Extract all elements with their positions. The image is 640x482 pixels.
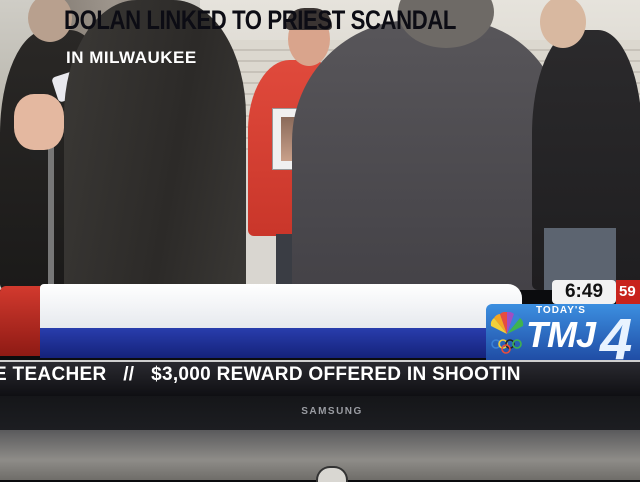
temperature-display: 59 — [616, 280, 640, 304]
speaker-overcoat — [64, 0, 246, 290]
headline-bar — [40, 284, 522, 328]
time-display: 6:49 — [552, 280, 616, 304]
speaker-hand — [14, 94, 64, 150]
news-scene — [0, 0, 640, 290]
man-grey-coat-back — [292, 20, 562, 290]
tv-brand-label: SAMSUNG — [301, 406, 363, 417]
station-name: TMJ — [526, 314, 596, 355]
subhead-text: IN MILWAUKEE — [66, 48, 197, 67]
news-ticker-text: E TEACHER // $3,000 REWARD OFFERED IN SH… — [0, 364, 521, 385]
headline-text: DOLAN LINKED TO PRIEST SCANDAL — [64, 5, 456, 35]
nbc-peacock-icon — [490, 312, 524, 354]
